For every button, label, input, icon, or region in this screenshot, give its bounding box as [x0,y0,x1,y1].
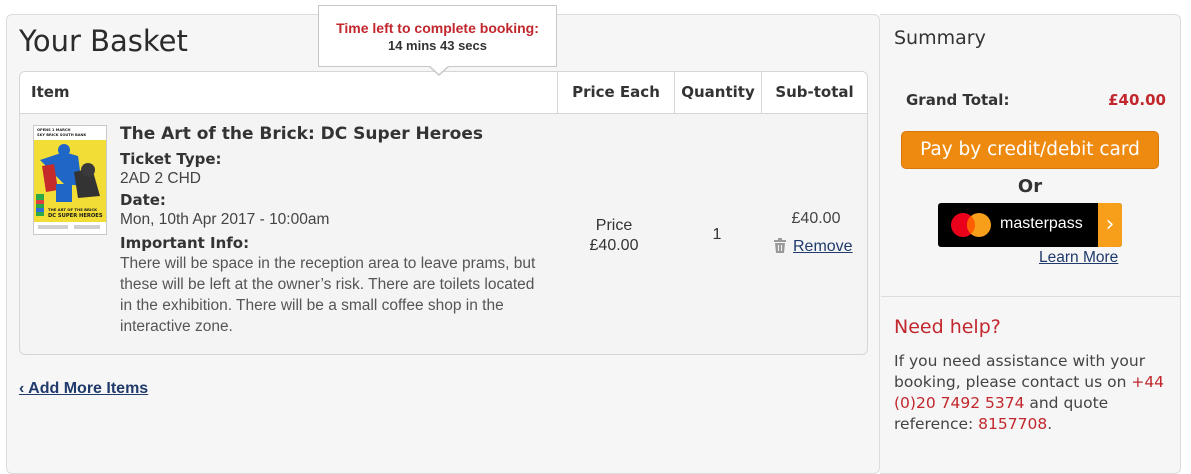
masterpass-button[interactable]: masterpass › [938,203,1122,247]
timer-pointer-fill [429,65,449,74]
summary-divider [881,296,1180,297]
page-title: Your Basket [19,24,188,58]
poster-top-text-line2: SKY BRICK SOUTH BANK [37,133,87,137]
poster-artwork: OPENS 1 MARCH SKY BRICK SOUTH BANK THE A… [34,126,106,234]
price-label: Price [595,217,633,234]
chevron-right-icon: › [1098,203,1122,247]
basket-table: Item Price Each Quantity Sub-total OPENS… [19,71,868,355]
remove-label[interactable]: Remove [793,238,853,255]
masterpass-label: masterpass [1000,215,1083,232]
ticket-type-label: Ticket Type: [120,150,222,168]
poster-top-text-line1: OPENS 1 MARCH [37,128,71,132]
trash-icon [773,238,787,258]
important-info-label: Important Info: [120,234,250,252]
summary-title: Summary [894,27,986,49]
or-separator: Or [1017,176,1043,197]
help-text-intro: If you need assistance with your booking… [894,352,1146,391]
important-info-text: There will be space in the reception are… [120,255,536,335]
add-more-items-link[interactable]: ‹ Add More Items [19,380,148,398]
pay-by-card-button[interactable]: Pay by credit/debit card [901,131,1159,169]
event-name: The Art of the Brick: DC Super Heroes [120,124,483,144]
help-text-end: . [1047,415,1053,433]
grand-total-value: £40.00 [1108,91,1166,109]
event-poster-image: OPENS 1 MARCH SKY BRICK SOUTH BANK THE A… [33,125,107,235]
help-title: Need help? [894,316,1001,338]
header-quantity: Quantity [674,72,761,113]
poster-title-line1: THE ART OF THE BRICK [48,207,98,212]
learn-more-link[interactable]: Learn More [1039,249,1118,267]
date-value: Mon, 10th Apr 2017 - 10:00am [120,211,330,228]
booking-reference: 8157708 [978,415,1048,433]
remove-item-button[interactable]: Remove [773,238,853,258]
ticket-type-value: 2AD 2 CHD [120,170,201,187]
grand-total-label: Grand Total: [906,91,1010,109]
header-subtotal: Sub-total [761,72,867,113]
subtotal-value: £40.00 [791,210,841,227]
timer-label: Time left to complete booking: [336,20,539,36]
poster-title-line2: DC SUPER HEROES [48,213,103,219]
mastercard-logo-icon [951,213,991,237]
date-label: Date: [120,191,166,209]
booking-timer: Time left to complete booking: 14 mins 4… [318,5,557,67]
price-each-cell: Price £40.00 [574,216,654,256]
timer-value: 14 mins 43 secs [387,38,488,53]
price-value: £40.00 [589,237,639,254]
table-header: Item Price Each Quantity Sub-total [20,72,867,114]
header-price-each: Price Each [557,72,674,113]
header-item: Item [31,83,70,101]
quantity-value: 1 [712,226,722,243]
help-text: If you need assistance with your booking… [894,351,1174,435]
